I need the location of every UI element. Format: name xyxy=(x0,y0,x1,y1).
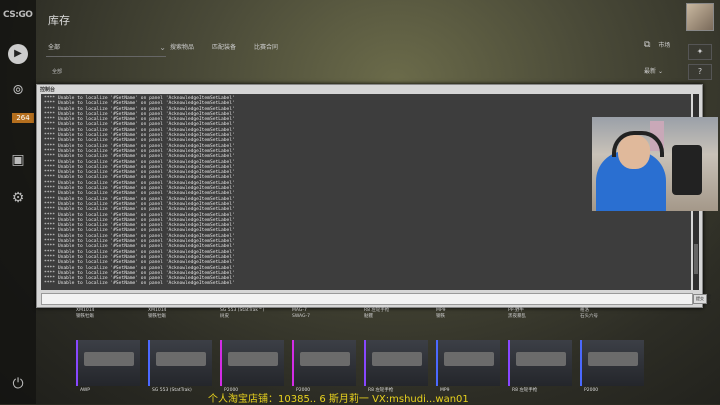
item-name: P2000 xyxy=(584,388,599,393)
console-title: 控制台 xyxy=(40,87,56,93)
item-skin: SWAG-7 xyxy=(292,314,311,319)
tab-contract[interactable]: 比赛合同 xyxy=(254,40,278,56)
item-name: AWP xyxy=(80,388,90,393)
chevron-down-icon: ⌄ xyxy=(159,43,166,52)
tab-loadout[interactable]: 匹配装备 xyxy=(212,40,236,56)
list-item[interactable]: 格洛 石头六号 xyxy=(580,308,598,320)
sort-select-value: 最新 xyxy=(644,68,657,75)
submit-button[interactable]: 提交 xyxy=(693,294,707,304)
weapon-icon xyxy=(84,352,134,366)
tab-search-items[interactable]: 搜索物品 xyxy=(170,40,194,56)
item-skin: 骷髅 xyxy=(364,314,373,319)
category-select[interactable]: 全部 ⌄ xyxy=(46,40,166,57)
market-button[interactable]: ⧉ 市场 xyxy=(644,40,670,50)
inventory-card[interactable]: MP9 xyxy=(436,340,500,393)
tv-icon[interactable]: ▣ xyxy=(8,150,28,170)
play-icon[interactable]: ▶ xyxy=(8,44,28,64)
friends-icon[interactable]: ✦ xyxy=(688,44,712,60)
gear-icon[interactable]: ⚙ xyxy=(8,188,28,208)
chevron-down-icon: ⌄ xyxy=(657,68,663,75)
inventory-card[interactable]: P2000 xyxy=(292,340,356,393)
avatar[interactable] xyxy=(686,3,714,31)
inventory-card[interactable]: SG 553 (StatTrak) xyxy=(148,340,212,393)
weapon-icon xyxy=(228,352,278,366)
category-select-value: 全部 xyxy=(48,44,61,51)
item-name: SG 553 (StatTrak) xyxy=(152,388,192,393)
item-skin: 树皮 xyxy=(220,314,229,319)
market-label: 市场 xyxy=(658,42,671,49)
weapon-icon xyxy=(300,352,350,366)
left-rail: CS:GO ▶ ⊚ 264 ▣ ⚙ ⏻ xyxy=(0,0,36,404)
list-item[interactable]: SG 553 (StatTrak™) 树皮 xyxy=(220,308,264,320)
power-icon[interactable]: ⏻ xyxy=(8,374,28,394)
inventory-card[interactable]: P2000 xyxy=(580,340,644,393)
webcam-overlay xyxy=(592,117,718,211)
help-icon[interactable]: ? xyxy=(688,64,712,80)
weapon-icon xyxy=(516,352,566,366)
item-skin: 钢铁 xyxy=(436,314,445,319)
inventory-badge: 264 xyxy=(12,113,34,123)
game-logo[interactable]: CS:GO xyxy=(3,10,33,26)
inventory-card[interactable]: R8 左轮手枪 xyxy=(508,340,572,393)
list-item[interactable]: MP9 钢铁 xyxy=(436,308,445,320)
external-link-icon: ⧉ xyxy=(644,40,651,50)
inventory-card[interactable]: AWP xyxy=(76,340,140,393)
item-skin: 钢铁牡蛎 xyxy=(76,314,94,319)
cancel-button[interactable]: 提交 xyxy=(707,294,711,306)
list-item[interactable]: MAG-7 SWAG-7 xyxy=(292,308,310,320)
weapon-icon xyxy=(372,352,422,366)
page-title: 库存 xyxy=(48,14,70,27)
inventory-card[interactable]: P2000 xyxy=(220,340,284,393)
list-item[interactable]: XM1014 钢铁牡蛎 xyxy=(148,308,166,320)
cam-chair xyxy=(672,145,702,195)
broadcast-icon[interactable]: ⊚ xyxy=(8,80,28,100)
filter-bar: 全部 ⌄ 搜索物品 匹配装备 比赛合同 xyxy=(42,38,682,58)
sort-select[interactable]: 最新 ⌄ xyxy=(644,66,663,75)
subcategory-label[interactable]: 全部 xyxy=(52,68,62,75)
list-item[interactable]: PP-野牛 黑夜暴乱 xyxy=(508,308,526,320)
stream-watermark: 个人淘宝店铺：10385.. 6 斯月莉一 VX:mshudi...wan01 xyxy=(208,394,469,405)
list-item[interactable]: R8 左轮手枪 骷髅 xyxy=(364,308,389,320)
scrollbar-thumb[interactable] xyxy=(694,244,698,274)
item-name: R8 左轮手枪 xyxy=(512,388,538,393)
console-lines: **** Unable to localize '#SetName' on pa… xyxy=(44,96,235,287)
list-item[interactable]: XM1014 钢铁牡蛎 xyxy=(76,308,94,320)
weapon-icon xyxy=(588,352,638,366)
weapon-icon xyxy=(444,352,494,366)
inventory-card[interactable]: R8 左轮手枪 xyxy=(364,340,428,393)
weapon-icon xyxy=(156,352,206,366)
console-input[interactable] xyxy=(41,293,693,305)
inventory-row-1: XM1014 钢铁牡蛎 XM1014 钢铁牡蛎 SG 553 (StatTrak™) 树皮… xyxy=(76,308,636,328)
item-skin: 黑夜暴乱 xyxy=(508,314,526,319)
item-skin: 石头六号 xyxy=(580,314,598,319)
item-skin: 钢铁牡蛎 xyxy=(148,314,166,319)
